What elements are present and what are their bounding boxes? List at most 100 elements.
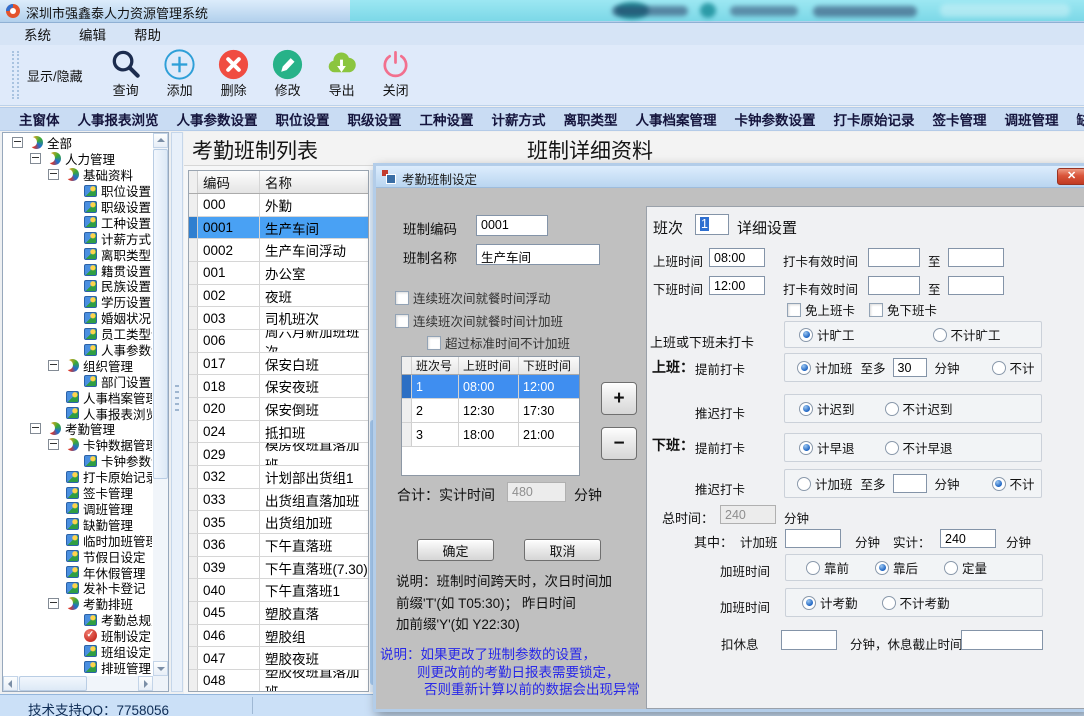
add-button[interactable]: 添加 bbox=[153, 47, 207, 103]
off-time-input[interactable]: 12:00 bbox=[709, 276, 765, 295]
show-hide-toggle[interactable]: 显示/隐藏 bbox=[27, 66, 83, 85]
deduct-rest-input[interactable] bbox=[781, 630, 837, 650]
off-overtime-max-input[interactable] bbox=[893, 474, 927, 493]
add-shift-button[interactable]: + bbox=[601, 382, 637, 415]
close-button[interactable]: 关闭 bbox=[369, 47, 423, 103]
radio-position-front[interactable] bbox=[806, 561, 820, 575]
table-row[interactable]: 018保安夜班 bbox=[189, 375, 368, 398]
radio-no-attendance[interactable] bbox=[882, 596, 896, 610]
tab-item[interactable]: 计薪方式 bbox=[483, 109, 555, 129]
tab-item[interactable]: 缺勤管理 bbox=[1068, 109, 1084, 129]
tree-horizontal-scrollbar[interactable] bbox=[3, 676, 153, 691]
dialog-title-bar[interactable]: 考勤班制设定 bbox=[376, 166, 1084, 188]
radio-count-early-leave[interactable] bbox=[799, 441, 813, 455]
shift-code-input[interactable]: 0001 bbox=[476, 215, 548, 236]
valid-on-from-input[interactable] bbox=[868, 248, 920, 267]
menu-item[interactable]: 编辑 bbox=[69, 22, 116, 46]
table-row[interactable]: 020保安倒班 bbox=[189, 398, 368, 421]
free-on-card-checkbox[interactable] bbox=[787, 303, 801, 317]
table-row[interactable]: 001办公室 bbox=[189, 262, 368, 285]
on-overtime-max-input[interactable]: 30 bbox=[893, 358, 927, 377]
expand-toggle-icon[interactable] bbox=[30, 423, 41, 434]
table-row[interactable]: 003司机班次 bbox=[189, 307, 368, 330]
radio-position-back[interactable] bbox=[875, 561, 889, 575]
dialog-close-button[interactable] bbox=[1057, 168, 1084, 185]
grid-row[interactable]: 318:0021:00 bbox=[402, 423, 579, 447]
radio-count-overtime-off[interactable] bbox=[797, 477, 811, 491]
table-row[interactable]: 017保安白班 bbox=[189, 353, 368, 376]
scroll-right-icon[interactable] bbox=[138, 676, 153, 691]
grid-column-off-time[interactable]: 下班时间 bbox=[519, 357, 579, 374]
table-row[interactable]: 035出货组加班 bbox=[189, 511, 368, 534]
tab-item[interactable]: 人事参数设置 bbox=[168, 109, 267, 129]
shift-no-input[interactable]: 1 bbox=[695, 214, 729, 235]
radio-count-overtime[interactable] bbox=[797, 361, 811, 375]
table-row[interactable]: 033出货组直落加班 bbox=[189, 489, 368, 512]
radio-no-late[interactable] bbox=[885, 402, 899, 416]
valid-off-to-input[interactable] bbox=[948, 276, 1004, 295]
tree-item[interactable]: 排班管理 bbox=[4, 659, 152, 675]
tab-item[interactable]: 打卡原始记录 bbox=[825, 109, 924, 129]
grid-row[interactable]: 108:0012:00 bbox=[402, 375, 579, 399]
grid-column-on-time[interactable]: 上班时间 bbox=[459, 357, 519, 374]
scrollbar-thumb[interactable] bbox=[19, 676, 87, 691]
tree-vertical-scrollbar[interactable] bbox=[153, 133, 168, 676]
column-header-code[interactable]: 编码 bbox=[198, 171, 260, 193]
query-button[interactable]: 查询 bbox=[99, 47, 153, 103]
table-row[interactable]: 006周六月薪加班班次 bbox=[189, 330, 368, 353]
table-row[interactable]: 002夜班 bbox=[189, 285, 368, 308]
valid-on-to-input[interactable] bbox=[948, 248, 1004, 267]
radio-position-fixed[interactable] bbox=[944, 561, 958, 575]
menu-item[interactable]: 帮助 bbox=[124, 22, 171, 46]
expand-toggle-icon[interactable] bbox=[48, 439, 59, 450]
remove-shift-button[interactable]: − bbox=[601, 427, 637, 460]
table-row[interactable]: 024抵扣班 bbox=[189, 421, 368, 444]
rest-deadline-input[interactable] bbox=[961, 630, 1043, 650]
scroll-left-icon[interactable] bbox=[3, 676, 18, 691]
tab-item[interactable]: 人事报表浏览 bbox=[69, 109, 168, 129]
expand-toggle-icon[interactable] bbox=[30, 153, 41, 164]
radio-no-absent[interactable] bbox=[933, 328, 947, 342]
expand-toggle-icon[interactable] bbox=[48, 360, 59, 371]
tab-item[interactable]: 离职类型 bbox=[555, 109, 627, 129]
tab-item[interactable]: 人事档案管理 bbox=[627, 109, 726, 129]
table-row[interactable]: 045塑胶直落 bbox=[189, 602, 368, 625]
grid-row[interactable]: 212:3017:30 bbox=[402, 399, 579, 423]
table-row[interactable]: 048塑胶夜班直落加班 bbox=[189, 670, 368, 692]
table-row[interactable]: 040下午直落班1 bbox=[189, 579, 368, 602]
shift-name-input[interactable]: 生产车间 bbox=[476, 244, 600, 265]
table-row[interactable]: 000外勤 bbox=[189, 194, 368, 217]
on-time-input[interactable]: 08:00 bbox=[709, 248, 765, 267]
modify-button[interactable]: 修改 bbox=[261, 47, 315, 103]
scroll-down-icon[interactable] bbox=[153, 661, 168, 676]
table-row[interactable]: 039下午直落班(7.30) bbox=[189, 557, 368, 580]
panel-splitter[interactable] bbox=[171, 132, 183, 692]
delete-button[interactable]: 删除 bbox=[207, 47, 261, 103]
radio-no-count[interactable] bbox=[992, 361, 1006, 375]
table-row[interactable]: 036下午直落班 bbox=[189, 534, 368, 557]
tab-item[interactable]: 职级设置 bbox=[339, 109, 411, 129]
radio-count-attendance[interactable] bbox=[802, 596, 816, 610]
expand-toggle-icon[interactable] bbox=[48, 169, 59, 180]
over-standard-checkbox[interactable] bbox=[427, 336, 441, 350]
export-button[interactable]: 导出 bbox=[315, 47, 369, 103]
grid-column-shift-no[interactable]: 班次号 bbox=[412, 357, 459, 374]
actual-input[interactable]: 240 bbox=[940, 529, 996, 548]
tab-item[interactable]: 卡钟参数设置 bbox=[726, 109, 825, 129]
menu-item[interactable]: 系统 bbox=[14, 22, 61, 46]
ok-button[interactable]: 确定 bbox=[417, 539, 494, 561]
scrollbar-thumb[interactable] bbox=[153, 149, 168, 479]
radio-count-late[interactable] bbox=[799, 402, 813, 416]
expand-toggle-icon[interactable] bbox=[48, 598, 59, 609]
tree-item[interactable]: 人事报表浏览 bbox=[4, 405, 152, 421]
tab-item[interactable]: 签卡管理 bbox=[924, 109, 996, 129]
cancel-button[interactable]: 取消 bbox=[524, 539, 601, 561]
meal-overtime-checkbox[interactable] bbox=[395, 314, 409, 328]
expand-toggle-icon[interactable] bbox=[12, 137, 23, 148]
table-row[interactable]: 046塑胶组 bbox=[189, 625, 368, 648]
radio-no-count-off[interactable] bbox=[992, 477, 1006, 491]
tab-item[interactable]: 调班管理 bbox=[996, 109, 1068, 129]
among-overtime-input[interactable] bbox=[785, 529, 841, 548]
tab-item[interactable]: 主窗体 bbox=[10, 109, 69, 129]
meal-float-checkbox[interactable] bbox=[395, 291, 409, 305]
